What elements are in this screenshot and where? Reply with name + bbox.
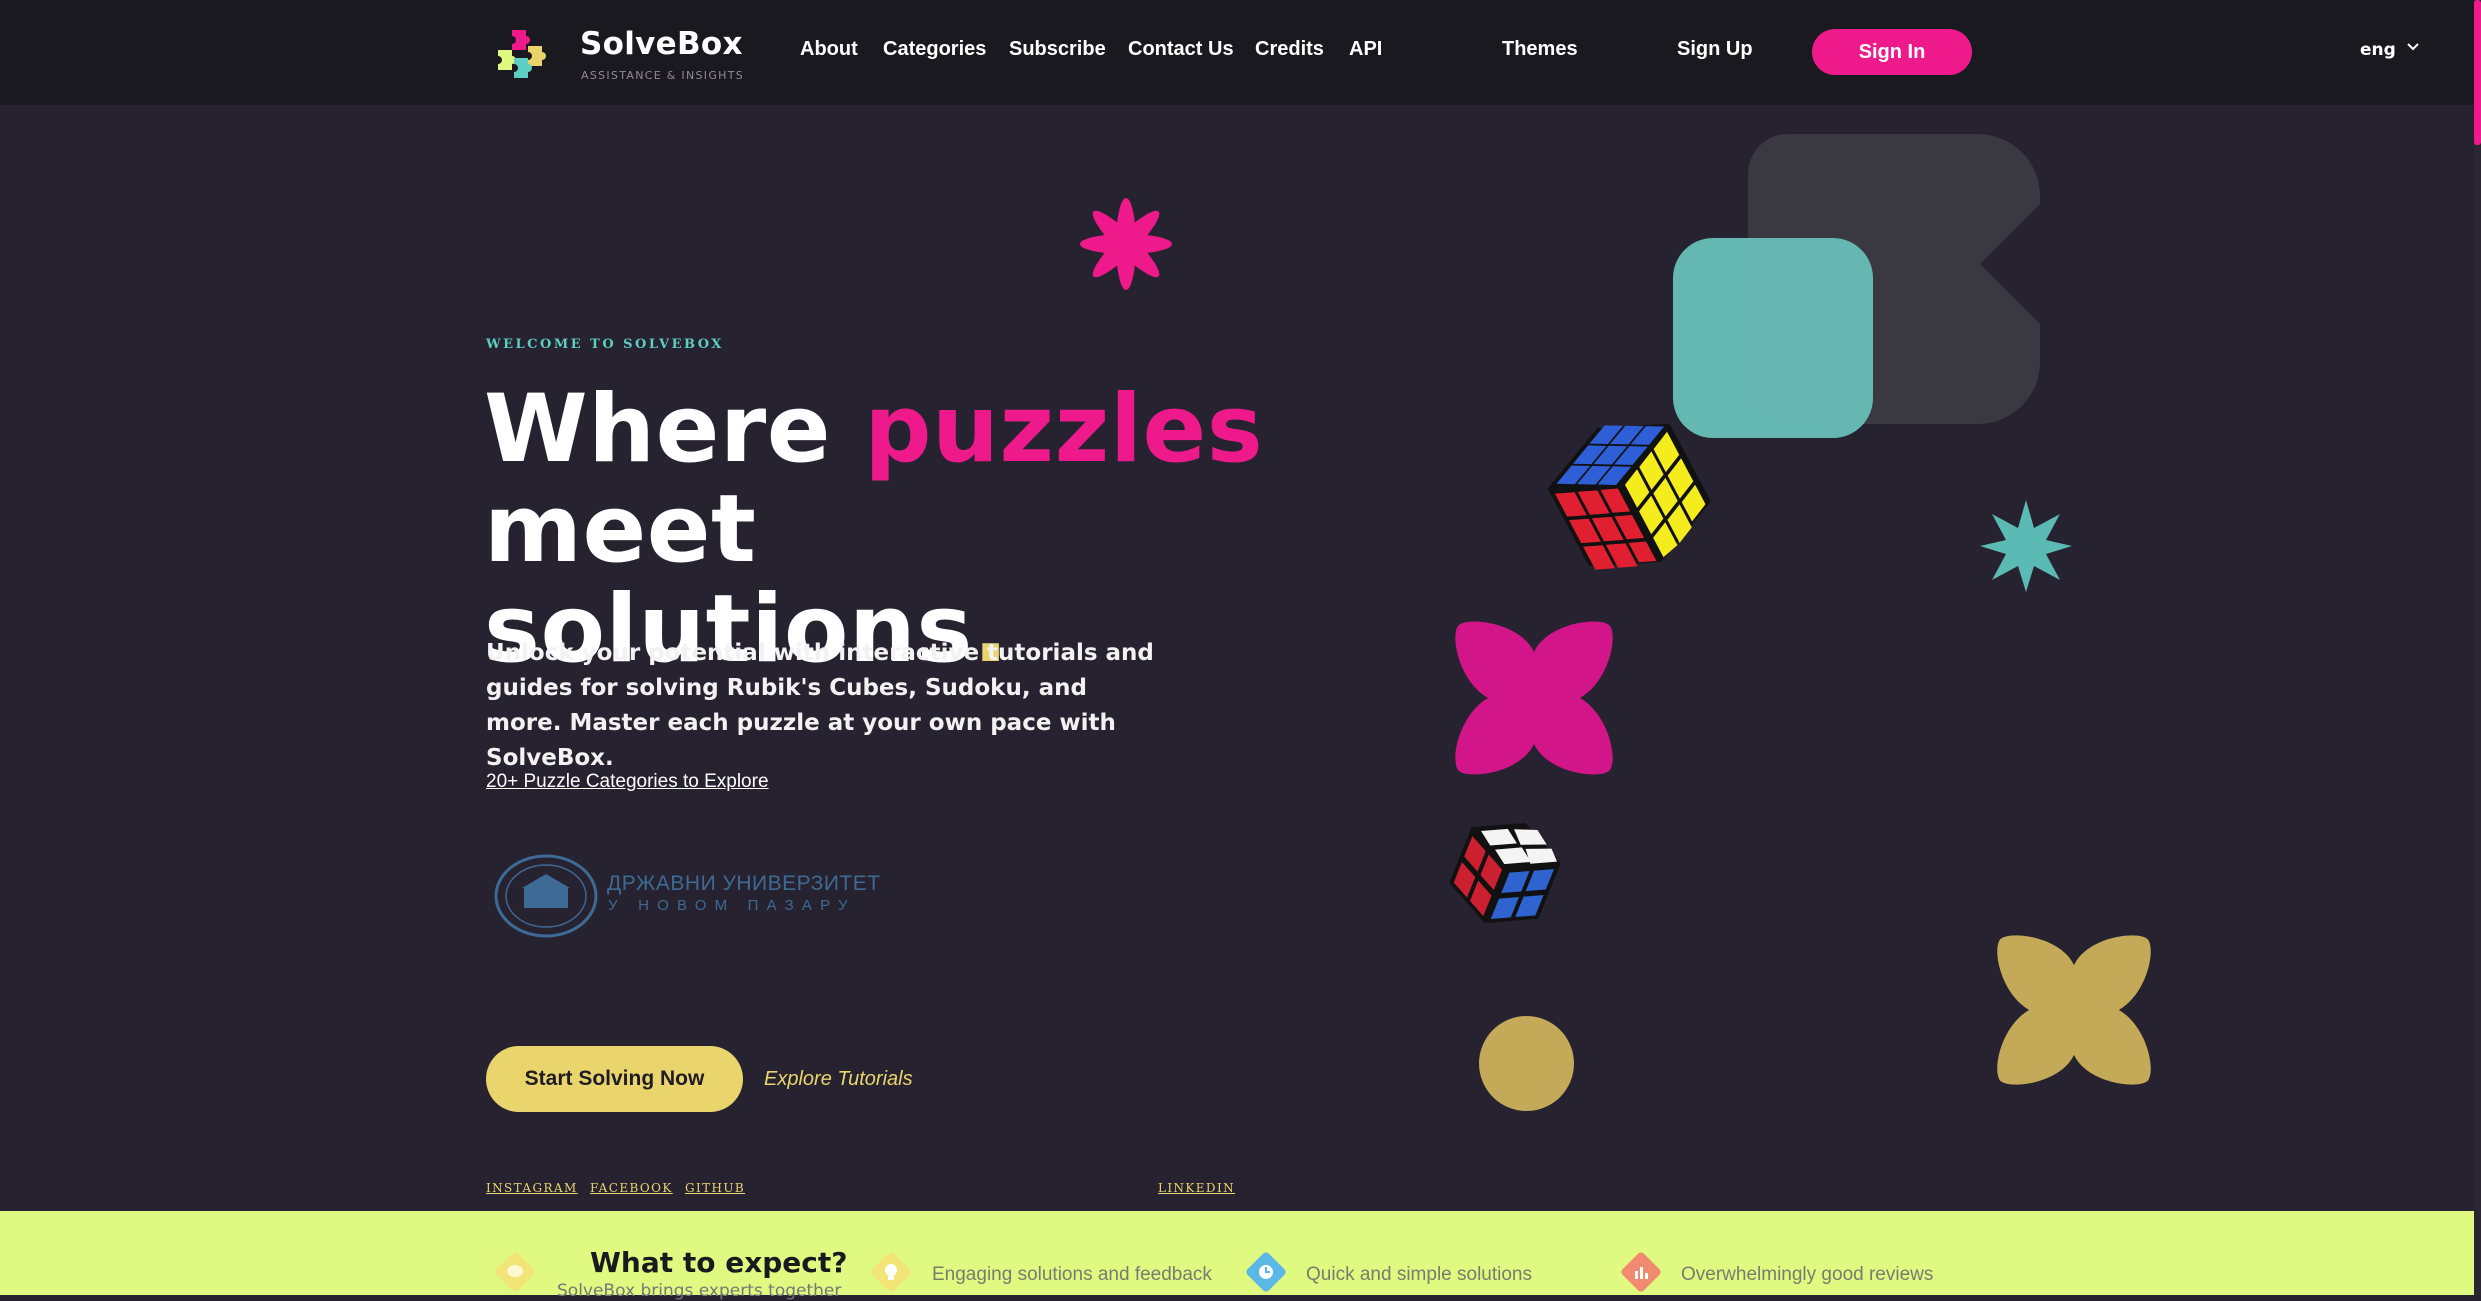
what-to-expect-section: [0, 1211, 2474, 1295]
rubiks-cube-3x3-icon: [1547, 423, 1711, 570]
feature-engaging-solutions: Engaging solutions and feedback: [932, 1264, 1212, 1285]
clock-icon: [1246, 1252, 1286, 1292]
instagram-link[interactable]: INSTAGRAM: [486, 1181, 578, 1195]
brand-name[interactable]: SolveBox: [580, 26, 743, 62]
sign-up-link[interactable]: Sign Up: [1677, 38, 1753, 61]
scrollbar-track[interactable]: [2474, 0, 2481, 1295]
top-navigation-bar: [0, 0, 2474, 105]
facebook-link[interactable]: FACEBOOK: [590, 1181, 673, 1195]
chevron-down-icon[interactable]: [2406, 40, 2420, 54]
hero-headline: Where puzzles meet solutions.: [484, 380, 1284, 680]
bar-chart-icon: [1621, 1252, 1661, 1292]
language-selector[interactable]: eng: [2360, 40, 2396, 60]
explore-tutorials-link[interactable]: Explore Tutorials: [764, 1068, 913, 1091]
nav-contact-us[interactable]: Contact Us: [1128, 38, 1234, 61]
lightbulb-icon: [871, 1252, 911, 1292]
nav-subscribe[interactable]: Subscribe: [1009, 38, 1106, 61]
teal-star-shape: [1980, 500, 2072, 592]
university-name-line1: ДРЖАВНИ УНИВЕРЗИТЕТ: [607, 872, 881, 895]
expect-title: What to expect?: [590, 1246, 848, 1279]
start-solving-button[interactable]: Start Solving Now: [486, 1046, 743, 1112]
headline-highlight: puzzles: [864, 375, 1264, 484]
hero-description: Unlock your potential with interactive t…: [486, 640, 1154, 771]
nav-about[interactable]: About: [800, 38, 858, 61]
university-seal-logo: [494, 854, 598, 938]
rubiks-cube-2x2-icon: [1449, 822, 1561, 924]
brand-tagline: ASSISTANCE & INSIGHTS: [581, 69, 745, 82]
welcome-eyebrow: WELCOME TO SOLVEBOX: [486, 337, 724, 352]
expect-subtitle: SolveBox brings experts together: [557, 1281, 842, 1301]
nav-credits[interactable]: Credits: [1255, 38, 1324, 61]
headline-part1: Where: [484, 375, 865, 484]
categories-link[interactable]: 20+ Puzzle Categories to Explore: [486, 771, 769, 793]
github-link[interactable]: GITHUB: [685, 1181, 745, 1195]
feature-good-reviews: Overwhelmingly good reviews: [1681, 1264, 1934, 1285]
pink-cross-shape: [1455, 621, 1613, 775]
puzzle-pieces-icon[interactable]: [494, 22, 566, 86]
nav-api[interactable]: API: [1349, 38, 1382, 61]
olive-circle-shape: [1479, 1016, 1574, 1111]
sign-in-button[interactable]: Sign In: [1812, 29, 1972, 75]
olive-cross-shape: [1997, 935, 2151, 1085]
scrollbar-thumb[interactable]: [2474, 0, 2481, 145]
chat-bubble-icon: [495, 1252, 535, 1292]
linkedin-link[interactable]: LINKEDIN: [1158, 1181, 1235, 1195]
feature-quick-solutions: Quick and simple solutions: [1306, 1264, 1532, 1285]
nav-categories[interactable]: Categories: [883, 38, 986, 61]
nav-themes[interactable]: Themes: [1502, 38, 1578, 61]
pink-flower-shape: [1080, 198, 1172, 290]
university-name-line2: У НОВОМ ПАЗАРУ: [608, 897, 856, 914]
